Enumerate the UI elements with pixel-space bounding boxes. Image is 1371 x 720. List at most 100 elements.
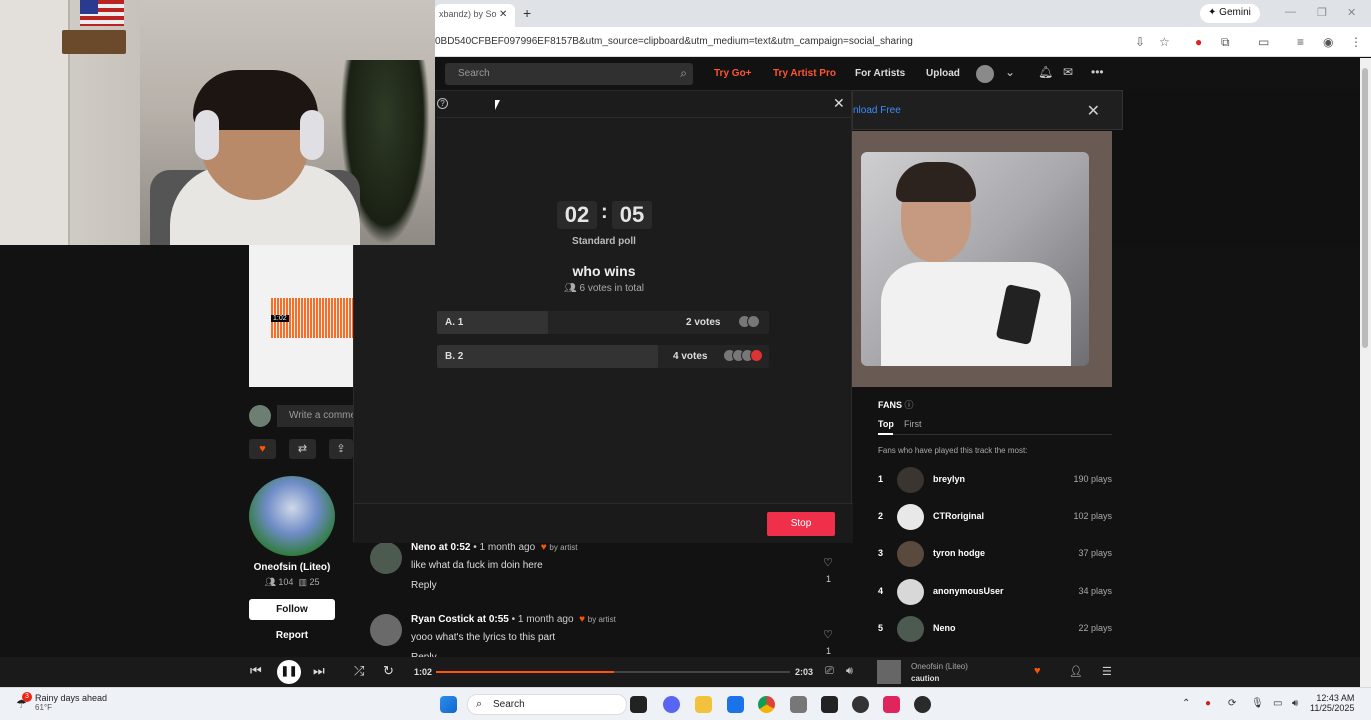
minimize-icon[interactable]: —: [1285, 6, 1296, 18]
app-icon[interactable]: [790, 696, 807, 713]
comment-timestamp[interactable]: 0:55: [489, 614, 509, 625]
file-explorer-icon[interactable]: [695, 696, 712, 713]
sidepanel-icon[interactable]: ▭: [1258, 35, 1269, 49]
commenter-avatar[interactable]: [370, 542, 402, 574]
url-text[interactable]: 0BD540CFBEF097996EF8157B&utm_source=clip…: [435, 36, 913, 47]
install-icon[interactable]: ⇩: [1135, 35, 1145, 49]
more-dots-icon[interactable]: •••: [1091, 65, 1104, 79]
tab-top[interactable]: Top: [878, 419, 894, 429]
shuffle-icon[interactable]: ⤮: [354, 663, 364, 679]
progress-bar[interactable]: [436, 671, 790, 673]
tracks-count[interactable]: 25: [310, 577, 320, 587]
windows-start-icon[interactable]: [440, 696, 457, 713]
system-clock[interactable]: 12:43 AM 11/25/2025: [1310, 693, 1354, 713]
fan-row[interactable]: 4 anonymousUser 34 plays: [878, 579, 1112, 605]
fan-row[interactable]: 5 Neno 22 plays: [878, 616, 1112, 642]
fan-name[interactable]: CTRoriginal: [933, 511, 984, 521]
address-bar[interactable]: 0BD540CFBEF097996EF8157B&utm_source=clip…: [435, 27, 1371, 57]
repost-button[interactable]: ⇄: [289, 439, 316, 459]
try-artist-pro-link[interactable]: Try Artist Pro: [773, 68, 836, 79]
stop-button[interactable]: Stop: [767, 512, 835, 536]
report-link[interactable]: Report: [249, 630, 335, 641]
fan-name[interactable]: Neno: [933, 623, 956, 633]
fan-name[interactable]: breylyn: [933, 474, 965, 484]
commenter-avatar[interactable]: [370, 614, 402, 646]
extension-icon[interactable]: ●: [1195, 35, 1202, 49]
help-icon[interactable]: ?: [437, 98, 448, 109]
tray-sync-icon[interactable]: ⟳: [1228, 698, 1236, 709]
reply-button[interactable]: Reply: [411, 580, 437, 591]
task-view-icon[interactable]: [630, 696, 647, 713]
media-player-icon[interactable]: [914, 696, 931, 713]
info-icon[interactable]: ⓘ: [905, 400, 914, 410]
fan-avatar[interactable]: [897, 541, 924, 567]
pause-button[interactable]: ❚❚: [277, 660, 301, 684]
follow-user-icon[interactable]: 👤︎: [1069, 665, 1083, 678]
poll-option-b[interactable]: B. 2 4 votes: [437, 345, 769, 368]
download-link[interactable]: nload Free: [853, 105, 901, 116]
gemini-button[interactable]: ✦ Gemini: [1200, 4, 1260, 23]
try-go-link[interactable]: Try Go+: [714, 68, 752, 79]
network-icon[interactable]: ▭: [1273, 698, 1282, 709]
commenter-name[interactable]: Neno: [411, 542, 436, 553]
now-playing-title[interactable]: caution: [911, 674, 939, 683]
epic-games-icon[interactable]: [821, 696, 838, 713]
for-artists-link[interactable]: For Artists: [855, 68, 905, 79]
artist-name[interactable]: Oneofsin (Liteo): [249, 562, 335, 573]
bookmark-star-icon[interactable]: ☆: [1159, 35, 1170, 49]
follow-button[interactable]: Follow: [249, 599, 335, 620]
user-avatar[interactable]: [976, 65, 994, 83]
poll-option-a[interactable]: A. 1 2 votes: [437, 311, 769, 334]
now-playing-artwork[interactable]: [877, 660, 901, 684]
puzzle-icon[interactable]: ⧉: [1221, 35, 1230, 50]
profile-avatar-icon[interactable]: ◉: [1323, 35, 1333, 49]
next-icon[interactable]: ⏭: [313, 663, 325, 679]
store-icon[interactable]: [727, 696, 744, 713]
messages-icon[interactable]: ✉: [1063, 65, 1073, 79]
browser-tab[interactable]: xbandz) by So ✕: [435, 4, 515, 27]
commenter-name[interactable]: Ryan Costick: [411, 614, 474, 625]
artist-avatar[interactable]: [249, 476, 335, 556]
volume-icon[interactable]: 🔊︎: [846, 665, 853, 678]
like-button[interactable]: ♥: [249, 439, 276, 459]
microphone-icon[interactable]: 🎙︎: [1251, 698, 1264, 709]
fan-row[interactable]: 3 tyron hodge 37 plays: [878, 541, 1112, 567]
fan-avatar[interactable]: [897, 504, 924, 530]
upload-link[interactable]: Upload: [926, 68, 960, 79]
fan-avatar[interactable]: [897, 579, 924, 605]
cast-icon[interactable]: ⎚: [825, 665, 834, 678]
repeat-icon[interactable]: ↻: [383, 663, 394, 679]
followers-count[interactable]: 104: [278, 577, 293, 587]
fan-avatar[interactable]: [897, 616, 924, 642]
comment-like-icon[interactable]: ♡: [823, 556, 833, 569]
menu-dots-icon[interactable]: ⋮: [1350, 35, 1362, 49]
previous-icon[interactable]: ⏮: [250, 663, 262, 679]
media-icon[interactable]: ≡: [1297, 35, 1304, 49]
close-icon[interactable]: ✕: [833, 95, 845, 112]
scrollbar[interactable]: [1360, 58, 1371, 687]
banner-close-icon[interactable]: ✕: [1087, 101, 1100, 121]
tray-chevron-icon[interactable]: ⌃: [1182, 698, 1190, 709]
obs-icon[interactable]: [852, 696, 869, 713]
comment-like-icon[interactable]: ♡: [823, 628, 833, 641]
tiktok-icon[interactable]: [883, 696, 900, 713]
fan-name[interactable]: anonymousUser: [933, 586, 1004, 596]
fan-avatar[interactable]: [897, 467, 924, 493]
window-close-icon[interactable]: ✕: [1347, 6, 1356, 19]
like-heart-icon[interactable]: ♥: [1034, 665, 1041, 677]
comment-input[interactable]: Write a comme: [277, 405, 353, 427]
tab-close-icon[interactable]: ✕: [499, 9, 507, 20]
discord-icon[interactable]: [663, 696, 680, 713]
tab-first[interactable]: First: [904, 419, 922, 429]
chrome-icon[interactable]: [758, 696, 775, 713]
maximize-icon[interactable]: ❐: [1317, 6, 1327, 19]
speaker-icon[interactable]: 🔊︎: [1292, 698, 1298, 709]
fan-row[interactable]: 2 CTRoriginal 102 plays: [878, 504, 1112, 530]
chevron-down-icon[interactable]: ⌄: [1005, 65, 1015, 79]
share-button[interactable]: ⇪: [329, 439, 353, 459]
queue-icon[interactable]: ☰: [1102, 665, 1112, 678]
fan-row[interactable]: 1 breylyn 190 plays: [878, 467, 1112, 493]
fan-name[interactable]: tyron hodge: [933, 548, 985, 558]
new-tab-button[interactable]: +: [523, 5, 531, 21]
taskbar-search[interactable]: ⌕ Search: [467, 694, 627, 715]
